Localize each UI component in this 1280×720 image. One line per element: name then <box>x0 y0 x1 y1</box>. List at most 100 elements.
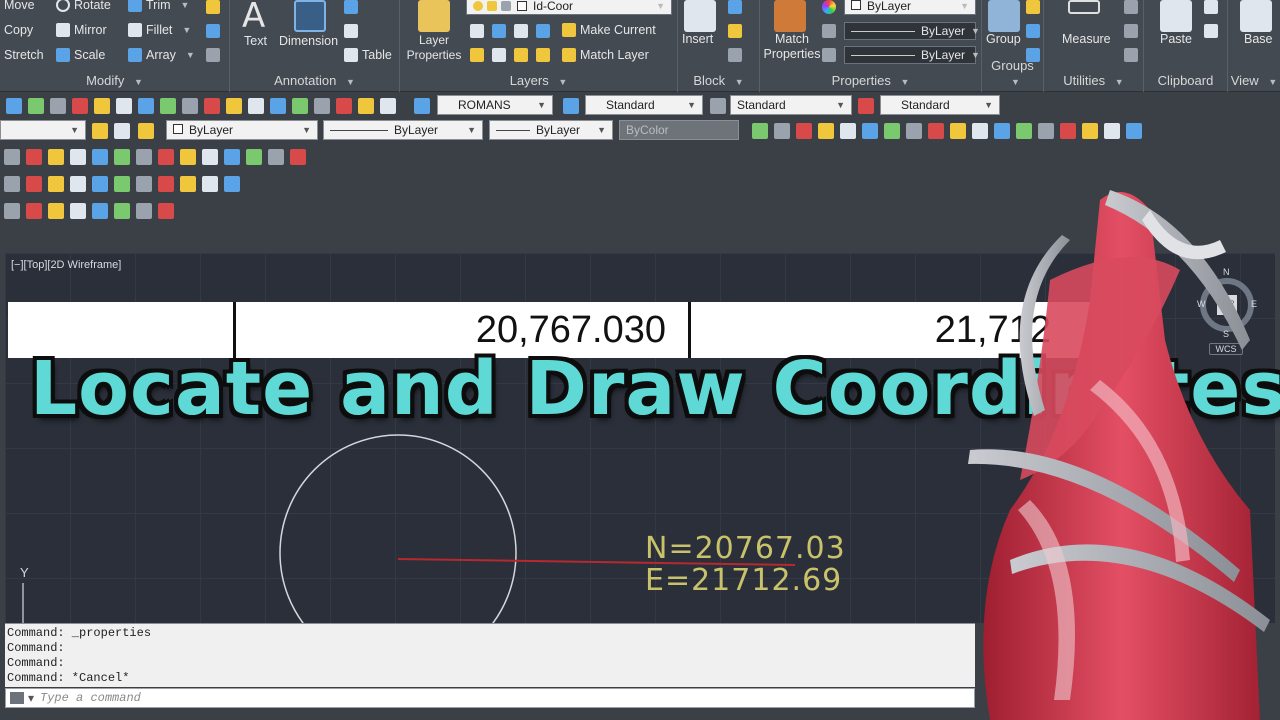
layer-dropdown[interactable]: Id-Coor ▼ <box>466 0 672 15</box>
text-button[interactable]: Text <box>244 34 267 48</box>
toolbar-tool-icon[interactable] <box>94 98 110 114</box>
attribute-icon[interactable] <box>728 48 742 62</box>
toolbar-tool-icon[interactable] <box>202 149 218 165</box>
dimension-button[interactable]: Dimension <box>279 34 338 48</box>
toolbar-tool-icon[interactable] <box>180 149 196 165</box>
toolbar-tool-icon[interactable] <box>180 176 196 192</box>
table-button[interactable]: Table <box>344 48 392 62</box>
toolbar-tool-icon[interactable] <box>336 98 352 114</box>
toolbar-tool-icon[interactable] <box>226 98 242 114</box>
table-style-dropdown[interactable]: Standard ▼ <box>730 95 852 115</box>
toolbar-tool-icon[interactable] <box>840 123 856 139</box>
offset-icon[interactable] <box>206 48 220 62</box>
command-input[interactable]: ▾ Type a command <box>5 688 975 708</box>
group-edit-icon[interactable] <box>1026 24 1040 38</box>
toolbar-tool-icon[interactable] <box>28 98 44 114</box>
trim-button[interactable]: Trim ▼ <box>128 0 189 12</box>
toolbar-tool-icon[interactable] <box>26 149 42 165</box>
toolbar-tool-icon[interactable] <box>4 203 20 219</box>
toolbar-tool-icon[interactable] <box>928 123 944 139</box>
toolbar-tool-icon[interactable] <box>1082 123 1098 139</box>
layer-on-icon[interactable] <box>470 48 484 62</box>
cut-icon[interactable] <box>1204 0 1218 14</box>
toolbar-tool-icon[interactable] <box>114 123 130 139</box>
select-all-icon[interactable] <box>1124 48 1138 62</box>
toolbar-tool-icon[interactable] <box>1126 123 1142 139</box>
edit-block-icon[interactable] <box>728 24 742 38</box>
toolbar-tool-icon[interactable] <box>70 203 86 219</box>
toolbar-tool-icon[interactable] <box>92 123 108 139</box>
id-point-icon[interactable] <box>1124 24 1138 38</box>
toolbar-tool-icon[interactable] <box>70 176 86 192</box>
block-panel-title[interactable]: Block ▼ <box>678 73 759 88</box>
linetype-dropdown[interactable]: ByLayer ▼ <box>844 22 980 40</box>
toolbar-tool-icon[interactable] <box>1016 123 1032 139</box>
layer-freeze-icon[interactable] <box>514 24 528 38</box>
toolbar-tool-icon[interactable] <box>4 176 20 192</box>
toolbar-tool-icon[interactable] <box>818 123 834 139</box>
lineweight-toolbar-dropdown[interactable]: ByLayer ▼ <box>489 120 613 140</box>
toolbar-tool-icon[interactable] <box>136 149 152 165</box>
color-dropdown[interactable]: ByLayer ▼ <box>844 0 976 15</box>
copy-clip-icon[interactable] <box>1204 24 1218 38</box>
toolbar-tool-icon[interactable] <box>182 98 198 114</box>
toolbar-tool-icon[interactable] <box>48 203 64 219</box>
toolbar-tool-icon[interactable] <box>796 123 812 139</box>
move-button[interactable]: Move <box>4 0 35 12</box>
quick-calc-icon[interactable] <box>1124 0 1138 14</box>
layer-unlock-icon[interactable] <box>536 48 550 62</box>
toolbar-tool-icon[interactable] <box>380 98 396 114</box>
toolbar-tool-icon[interactable] <box>906 123 922 139</box>
properties-panel-title[interactable]: Properties ▼ <box>760 73 981 88</box>
toolbar-tool-icon[interactable] <box>158 149 174 165</box>
toolbar-tool-icon[interactable] <box>158 176 174 192</box>
toolbar-tool-icon[interactable] <box>6 98 22 114</box>
toolbar-tool-icon[interactable] <box>116 98 132 114</box>
create-block-icon[interactable] <box>728 0 742 14</box>
explode-icon[interactable] <box>206 24 220 38</box>
mirror-button[interactable]: Mirror <box>56 23 107 37</box>
toolbar-tool-icon[interactable] <box>1038 123 1054 139</box>
toolbar-tool-icon[interactable] <box>246 149 262 165</box>
toolbar-tool-icon[interactable] <box>224 176 240 192</box>
toolbar-tool-icon[interactable] <box>204 98 220 114</box>
toolbar-tool-icon[interactable] <box>884 123 900 139</box>
toolbar-tool-icon[interactable] <box>158 203 174 219</box>
scale-button[interactable]: Scale <box>56 48 105 62</box>
layer-thaw-icon[interactable] <box>514 48 528 62</box>
fillet-button[interactable]: Fillet ▼ <box>128 23 191 37</box>
toolbar-tool-icon[interactable] <box>92 176 108 192</box>
toolbar-tool-icon[interactable] <box>72 98 88 114</box>
make-current-button[interactable]: Make Current <box>562 23 656 37</box>
view-panel-title[interactable]: View ▼ <box>1228 73 1280 88</box>
measure-button[interactable]: Measure <box>1062 32 1111 46</box>
toolbar-tool-icon[interactable] <box>26 176 42 192</box>
pencil-icon[interactable] <box>206 0 220 14</box>
toolbar-tool-icon[interactable] <box>136 176 152 192</box>
toolbar-tool-icon[interactable] <box>114 149 130 165</box>
toolbar-tool-icon[interactable] <box>50 98 66 114</box>
layer-toolbar-dropdown[interactable]: ▼ <box>0 120 86 140</box>
chevron-down-icon[interactable]: ▾ <box>28 691 34 706</box>
toolbar-tool-icon[interactable] <box>414 98 430 114</box>
toolbar-tool-icon[interactable] <box>563 98 579 114</box>
layer-walk-icon[interactable] <box>492 48 506 62</box>
rotate-button[interactable]: Rotate <box>56 0 111 12</box>
toolbar-tool-icon[interactable] <box>972 123 988 139</box>
toolbar-tool-icon[interactable] <box>136 203 152 219</box>
toolbar-tool-icon[interactable] <box>774 123 790 139</box>
toolbar-tool-icon[interactable] <box>114 176 130 192</box>
toolbar-tool-icon[interactable] <box>138 98 154 114</box>
toolbar-tool-icon[interactable] <box>858 98 874 114</box>
layer-isolate-icon[interactable] <box>492 24 506 38</box>
toolbar-tool-icon[interactable] <box>268 149 284 165</box>
leader-icon[interactable] <box>344 24 358 38</box>
annotation-panel-title[interactable]: Annotation ▼ <box>230 73 399 88</box>
toolbar-tool-icon[interactable] <box>314 98 330 114</box>
toolbar-tool-icon[interactable] <box>160 98 176 114</box>
base-button[interactable]: Base <box>1244 32 1273 46</box>
command-prompt-icon[interactable] <box>10 692 24 704</box>
match-layer-button[interactable]: Match Layer <box>562 48 649 62</box>
toolbar-tool-icon[interactable] <box>92 203 108 219</box>
layer-properties-button[interactable]: Layer Properties <box>404 33 464 63</box>
